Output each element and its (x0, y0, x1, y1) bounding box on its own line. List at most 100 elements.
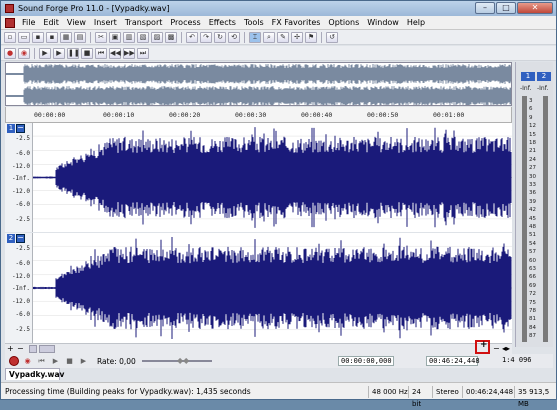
new-icon[interactable]: ▫ (4, 31, 16, 43)
channel-2-waveform[interactable] (33, 233, 512, 343)
db-label: -2.5 (15, 326, 30, 333)
channel-2-collapse-icon[interactable]: − (16, 234, 25, 243)
loop-icon[interactable]: ↺ (326, 31, 338, 43)
maximize-button[interactable]: □ (496, 2, 516, 14)
status-disk-space: 35 913,5 MB (514, 386, 556, 408)
meter-scale-label: 27 (529, 165, 536, 172)
play-icon[interactable]: ▶ (53, 47, 65, 59)
channel-2-header: 2 − -2.5 -6.0 -12.0 -Inf. -12.0 -6.0 -2.… (5, 233, 33, 343)
stop-icon[interactable]: ■ (81, 47, 93, 59)
mix-icon[interactable]: ▧ (137, 31, 149, 43)
redo-icon[interactable]: ↷ (200, 31, 212, 43)
horizontal-scrollbar[interactable]: + − − ◂▸ (5, 343, 512, 354)
cursor-position[interactable]: 00:00:00,000 (338, 356, 394, 366)
meter-scale-label: 21 (529, 148, 536, 155)
meter-scale-label: 18 (529, 140, 536, 146)
envelope-tool-icon[interactable]: ⚑ (305, 31, 317, 43)
cut-icon[interactable]: ✂ (95, 31, 107, 43)
go-to-end-icon[interactable]: ⏭ (137, 47, 149, 59)
pencil-tool-icon[interactable]: ✎ (277, 31, 289, 43)
overview-bar[interactable] (5, 62, 512, 106)
magnify-tool-icon[interactable]: ⌕ (263, 31, 275, 43)
menu-fx-favorites[interactable]: FX Favorites (268, 18, 325, 27)
zoom-out-icon[interactable]: − (17, 344, 24, 353)
toolbar-divider (321, 31, 322, 43)
menu-edit[interactable]: Edit (39, 18, 63, 27)
open-icon[interactable]: ▭ (18, 31, 30, 43)
menu-window[interactable]: Window (363, 18, 403, 27)
channel-1-number[interactable]: 1 (7, 124, 15, 133)
forward-icon[interactable]: ▶▶ (123, 47, 135, 59)
rewind-icon[interactable]: ◀◀ (109, 47, 121, 59)
minimize-button[interactable]: – (475, 2, 495, 14)
history-icon[interactable]: ⟲ (228, 31, 240, 43)
event-tool-icon[interactable]: ✢ (291, 31, 303, 43)
overview-path (6, 64, 511, 105)
properties-icon[interactable]: ▤ (74, 31, 86, 43)
pause-icon[interactable]: ❚❚ (67, 47, 80, 59)
channel-1-waveform[interactable] (33, 123, 512, 232)
menu-tools[interactable]: Tools (240, 18, 268, 27)
channel-1[interactable]: 1 − -2.5 -6.0 -12.0 -Inf. -12.0 -6.0 -2.… (5, 123, 512, 232)
meter-scale-label: 36 (529, 190, 536, 197)
channel-2-number[interactable]: 2 (7, 234, 15, 243)
db-label: -12.0 (11, 298, 30, 305)
play-looped-button-icon[interactable]: ▶ (78, 356, 89, 366)
menu-insert[interactable]: Insert (90, 18, 121, 27)
scroll-zoom-out-icon[interactable]: − (493, 344, 500, 353)
clear-icon[interactable]: ▩ (165, 31, 177, 43)
scroll-left-icon[interactable] (29, 345, 37, 353)
document-menu-icon[interactable] (5, 17, 15, 28)
menu-view[interactable]: View (63, 18, 90, 27)
paste-icon[interactable]: ▥ (123, 31, 135, 43)
render-icon[interactable]: ▦ (60, 31, 72, 43)
meter-channel-1[interactable]: 1 (521, 72, 535, 81)
toolbar-divider (244, 31, 245, 43)
meter-scale-label: 69 (529, 282, 536, 289)
edit-tool-icon[interactable]: ⌶ (249, 31, 261, 43)
time-ruler[interactable]: 00:00:00 00:00:10 00:00:20 00:00:30 00:0… (5, 107, 512, 123)
stop-button-icon[interactable]: ■ (64, 356, 75, 366)
menu-file[interactable]: File (18, 18, 39, 27)
channel-1-header: 1 − -2.5 -6.0 -12.0 -Inf. -12.0 -6.0 -2.… (5, 123, 33, 232)
document-tab[interactable]: Vypadky.wav (5, 368, 64, 380)
scroll-thumb[interactable] (39, 345, 55, 353)
arm-icon[interactable]: ◉ (18, 47, 30, 59)
menu-process[interactable]: Process (166, 18, 204, 27)
arm-button-icon[interactable]: ◉ (22, 356, 33, 366)
menu-effects[interactable]: Effects (205, 18, 240, 27)
selection-length[interactable]: 00:46:24,448 (426, 356, 480, 366)
scroll-fit-icon[interactable]: ◂▸ (502, 344, 510, 353)
channel-1-collapse-icon[interactable]: − (16, 124, 25, 133)
ruler-label: 00:00:00 (34, 111, 66, 119)
meter-channel-2[interactable]: 2 (537, 72, 551, 81)
record-button-icon[interactable] (9, 356, 19, 366)
trim-icon[interactable]: ▨ (151, 31, 163, 43)
rate-slider-thumb-icon[interactable]: ◆◆ (177, 356, 189, 365)
copy-icon[interactable]: ▣ (109, 31, 121, 43)
close-button[interactable]: ✕ (517, 2, 553, 14)
go-start-button-icon[interactable]: ⏮ (36, 356, 47, 366)
record-icon[interactable]: ● (4, 47, 16, 59)
undo-icon[interactable]: ↶ (186, 31, 198, 43)
go-to-start-icon[interactable]: ⏮ (95, 47, 107, 59)
meter-scale-label: 6 (529, 106, 533, 113)
zoom-ratio[interactable]: 1:4 096 (500, 356, 538, 366)
save-icon[interactable]: ▪ (32, 31, 44, 43)
play-all-icon[interactable]: ▶ (39, 47, 51, 59)
zoom-in-icon[interactable]: + (7, 344, 14, 353)
channel-2[interactable]: 2 − -2.5 -6.0 -12.0 -Inf. -12.0 -6.0 -2.… (5, 233, 512, 343)
menu-transport[interactable]: Transport (121, 18, 167, 27)
repeat-icon[interactable]: ↻ (214, 31, 226, 43)
play-button-icon[interactable]: ▶ (50, 356, 61, 366)
ruler-label: 00:00:30 (235, 111, 267, 119)
highlighted-zoom-in-button[interactable]: + (475, 340, 490, 354)
status-bit-depth[interactable]: 24 bit (408, 386, 432, 408)
meter-scale-label: 3 (529, 98, 533, 104)
status-sample-rate[interactable]: 48 000 Hz (368, 386, 408, 398)
standard-toolbar: ▫ ▭ ▪ ▪ ▦ ▤ ✂ ▣ ▥ ▧ ▨ ▩ ↶ ↷ ↻ ⟲ ⌶ ⌕ ✎ ✢ … (1, 30, 556, 45)
save-all-icon[interactable]: ▪ (46, 31, 58, 43)
menu-options[interactable]: Options (324, 18, 363, 27)
menu-help[interactable]: Help (403, 18, 429, 27)
status-channels[interactable]: Stereo (432, 386, 462, 398)
